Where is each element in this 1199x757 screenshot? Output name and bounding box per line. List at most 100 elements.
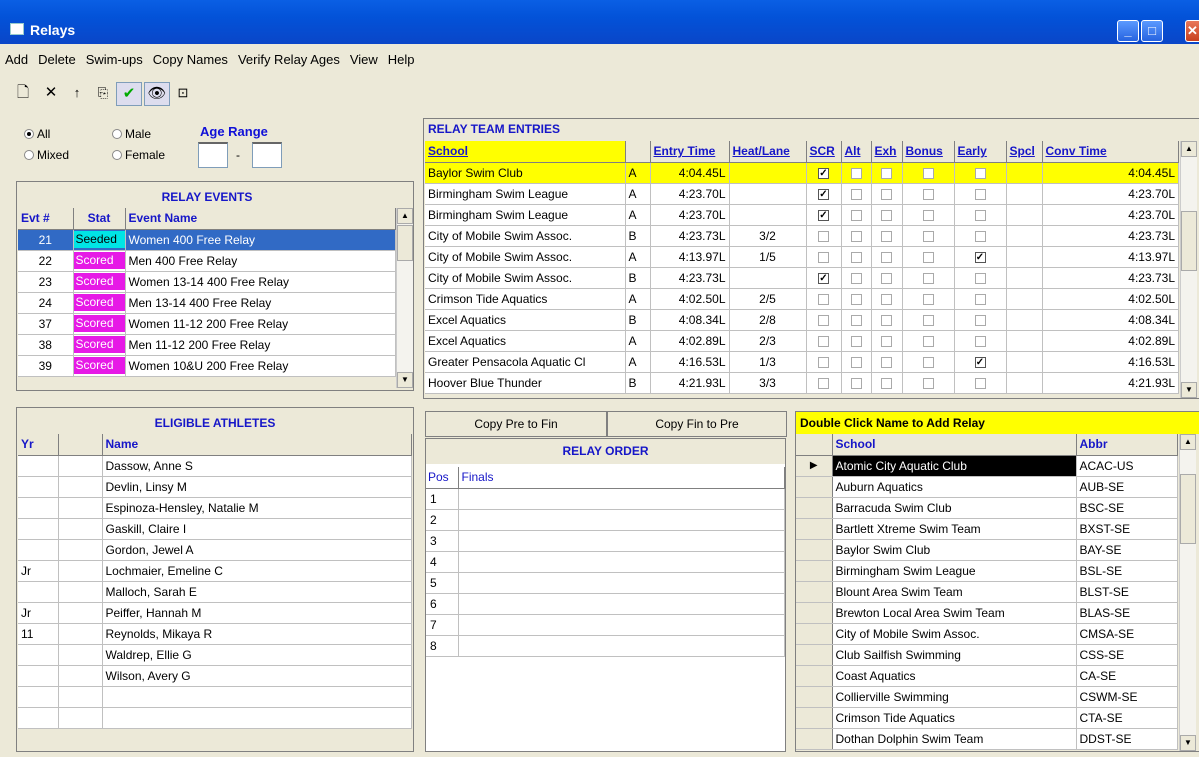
table-row[interactable]: Barracuda Swim Club BSC-SE — [796, 497, 1178, 519]
table-row[interactable]: City of Mobile Swim Assoc. B 4:23.73L 3/2 4:… — [425, 225, 1179, 247]
checkbox[interactable] — [850, 230, 862, 242]
checkbox[interactable] — [881, 293, 892, 305]
school-name[interactable]: City of Mobile Swim Assoc. — [832, 623, 1077, 645]
checkbox[interactable] — [818, 377, 829, 389]
checkbox[interactable] — [974, 167, 986, 179]
col-conv-time[interactable]: Conv Time — [1042, 141, 1179, 163]
table-row[interactable] — [18, 686, 412, 708]
table-row[interactable]: 37 Scored Women 11-12 200 Free Relay — [18, 313, 396, 335]
checkbox[interactable] — [818, 335, 829, 347]
table-row[interactable]: Espinoza-Hensley, Natalie M — [18, 497, 412, 519]
menu-copy-names[interactable]: Copy Names — [148, 48, 233, 67]
checkbox[interactable] — [974, 272, 986, 284]
bonus-checkbox[interactable] — [902, 183, 955, 205]
checkbox[interactable] — [850, 335, 862, 347]
scr-checkbox[interactable] — [806, 351, 842, 373]
radio-male[interactable]: Male — [112, 127, 151, 141]
checkbox[interactable] — [974, 209, 986, 221]
row-selector[interactable] — [796, 623, 833, 645]
col-yr[interactable]: Yr — [18, 434, 59, 456]
relay-entries-scrollbar[interactable]: ▲ ▼ — [1180, 141, 1197, 398]
scroll-up-icon[interactable]: ▲ — [397, 208, 413, 224]
finals-cell[interactable] — [458, 635, 785, 657]
school-name[interactable]: Barracuda Swim Club — [832, 497, 1077, 519]
exh-checkbox[interactable] — [871, 183, 903, 205]
exh-checkbox[interactable] — [871, 162, 903, 184]
checkbox[interactable] — [922, 230, 934, 242]
bonus-checkbox[interactable] — [902, 372, 955, 394]
table-row[interactable]: Jr Lochmaier, Emeline C — [18, 560, 412, 582]
alt-checkbox[interactable] — [841, 372, 872, 394]
scroll-thumb[interactable] — [397, 225, 413, 261]
scr-checkbox[interactable] — [806, 246, 842, 268]
bonus-checkbox[interactable] — [902, 330, 955, 352]
scroll-thumb[interactable] — [1180, 474, 1196, 544]
col-spcl[interactable]: Spcl — [1006, 141, 1043, 163]
scr-checkbox[interactable] — [806, 372, 842, 394]
folder-up-icon[interactable]: ⊡ — [170, 82, 196, 106]
alt-checkbox[interactable] — [841, 204, 872, 226]
bonus-checkbox[interactable] — [902, 267, 955, 289]
checkbox[interactable] — [922, 356, 934, 368]
alt-checkbox[interactable] — [841, 162, 872, 184]
school-name[interactable]: Atomic City Aquatic Club — [832, 455, 1077, 477]
bonus-checkbox[interactable] — [902, 246, 955, 268]
copy-pre-to-fin-button[interactable]: Copy Pre to Fin — [425, 411, 607, 437]
bonus-checkbox[interactable] — [902, 309, 955, 331]
table-row[interactable]: Brewton Local Area Swim Team BLAS-SE — [796, 602, 1178, 624]
alt-checkbox[interactable] — [841, 330, 872, 352]
table-row[interactable]: Hoover Blue Thunder B 4:21.93L 3/3 4:21.93L — [425, 372, 1179, 394]
scroll-thumb[interactable] — [1181, 211, 1197, 271]
early-checkbox[interactable] — [954, 162, 1007, 184]
checkbox[interactable] — [974, 230, 986, 242]
school-name[interactable]: Dothan Dolphin Swim Team — [832, 728, 1077, 750]
menu-add[interactable]: Add — [0, 48, 33, 67]
row-selector[interactable] — [796, 560, 833, 582]
early-checkbox[interactable]: ✓ — [954, 246, 1007, 268]
school-name[interactable]: Birmingham Swim League — [832, 560, 1077, 582]
exh-checkbox[interactable] — [871, 225, 903, 247]
table-row[interactable]: Excel Aquatics B 4:08.34L 2/8 4:08.34L — [425, 309, 1179, 331]
minimize-button[interactable]: _ — [1117, 20, 1139, 42]
table-row[interactable]: Devlin, Linsy M — [18, 476, 412, 498]
checkbox[interactable] — [922, 209, 934, 221]
exh-checkbox[interactable] — [871, 246, 903, 268]
checkbox[interactable] — [850, 167, 862, 179]
row-selector[interactable] — [796, 497, 833, 519]
table-row[interactable]: Collierville Swimming CSWM-SE — [796, 686, 1178, 708]
bonus-checkbox[interactable] — [902, 162, 955, 184]
table-row[interactable]: Club Sailfish Swimming CSS-SE — [796, 644, 1178, 666]
table-row[interactable]: Auburn Aquatics AUB-SE — [796, 476, 1178, 498]
table-row[interactable]: 23 Scored Women 13-14 400 Free Relay — [18, 271, 396, 293]
table-row[interactable]: Greater Pensacola Aquatic Cl A 4:16.53L 1/3… — [425, 351, 1179, 373]
scr-checkbox[interactable]: ✓ — [806, 162, 842, 184]
checkbox[interactable] — [922, 335, 934, 347]
table-row[interactable]: 1 — [426, 488, 785, 510]
school-name[interactable]: Blount Area Swim Team — [832, 581, 1077, 603]
menu-verify-relay-ages[interactable]: Verify Relay Ages — [233, 48, 345, 67]
early-checkbox[interactable] — [954, 330, 1007, 352]
checkbox[interactable] — [922, 272, 934, 284]
early-checkbox[interactable] — [954, 288, 1007, 310]
checkbox[interactable] — [974, 314, 986, 326]
early-checkbox[interactable] — [954, 267, 1007, 289]
early-checkbox[interactable] — [954, 225, 1007, 247]
alt-checkbox[interactable] — [841, 246, 872, 268]
checkbox[interactable]: ✓ — [974, 251, 986, 263]
finals-cell[interactable] — [458, 614, 785, 636]
checkbox[interactable] — [881, 356, 892, 368]
finals-cell[interactable] — [458, 593, 785, 615]
alt-checkbox[interactable] — [841, 183, 872, 205]
checkbox[interactable] — [881, 335, 892, 347]
table-row[interactable]: Jr Peiffer, Hannah M — [18, 602, 412, 624]
table-row[interactable]: Coast Aquatics CA-SE — [796, 665, 1178, 687]
scroll-down-icon[interactable]: ▼ — [1180, 735, 1196, 751]
table-row[interactable]: Birmingham Swim League A 4:23.70L ✓ 4:23.70L — [425, 183, 1179, 205]
checkbox[interactable] — [850, 209, 862, 221]
table-row[interactable]: Gaskill, Claire I — [18, 518, 412, 540]
col-exh[interactable]: Exh — [871, 141, 903, 163]
alt-checkbox[interactable] — [841, 225, 872, 247]
checkbox[interactable]: ✓ — [974, 356, 986, 368]
delete-icon[interactable]: ✕ — [38, 82, 64, 106]
table-row[interactable]: Malloch, Sarah E — [18, 581, 412, 603]
